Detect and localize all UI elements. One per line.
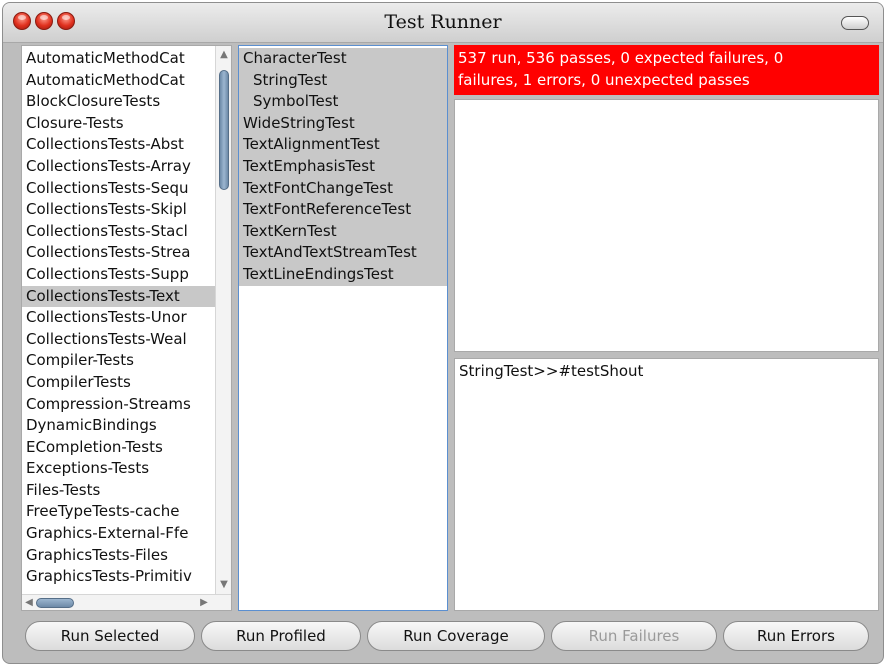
list-item[interactable]: BlockClosureTests (22, 91, 215, 113)
package-vertical-scrollbar[interactable]: ▲ ▼ (215, 46, 231, 594)
status-line-2: failures, 1 errors, 0 unexpected passes (458, 71, 750, 89)
run-selected-button[interactable]: Run Selected (25, 621, 195, 651)
list-item[interactable]: AutomaticMethodCat (22, 70, 215, 92)
list-item[interactable]: Exceptions-Tests (22, 458, 215, 480)
list-item[interactable]: Closure-Tests (22, 113, 215, 135)
list-item[interactable]: TextLineEndingsTest (239, 264, 447, 286)
package-list[interactable]: AutomaticMethodCat AutomaticMethodCat Bl… (21, 45, 232, 611)
list-item[interactable]: AutomaticMethodCat (22, 48, 215, 70)
list-item[interactable]: StringTest>>#testShout (455, 361, 878, 383)
list-item[interactable]: CollectionsTests-Stacl (22, 221, 215, 243)
list-item[interactable]: CollectionsTests-Strea (22, 242, 215, 264)
list-item[interactable]: CollectionsTests-Array (22, 156, 215, 178)
package-list-items: AutomaticMethodCat AutomaticMethodCat Bl… (22, 48, 215, 588)
run-profiled-button[interactable]: Run Profiled (201, 621, 361, 651)
list-item[interactable]: CharacterTest (239, 48, 447, 70)
scroll-down-arrow-icon[interactable]: ▼ (217, 578, 231, 592)
list-item[interactable]: WideStringTest (239, 113, 447, 135)
package-horizontal-scrollbar[interactable]: ◀ ▶ (22, 594, 231, 610)
status-line-1: 537 run, 536 passes, 0 expected failures… (458, 49, 784, 67)
list-item[interactable]: GraphicsTests-Primitiv (22, 566, 215, 588)
list-item[interactable]: StringTest (239, 70, 447, 92)
list-item[interactable]: TextFontReferenceTest (239, 199, 447, 221)
list-item[interactable]: Files-Tests (22, 480, 215, 502)
list-item[interactable]: CollectionsTests-Sequ (22, 178, 215, 200)
vertical-scroll-thumb[interactable] (219, 70, 229, 190)
list-item[interactable]: CollectionsTests-Weal (22, 329, 215, 351)
scroll-right-arrow-icon[interactable]: ▶ (197, 596, 211, 610)
run-coverage-button[interactable]: Run Coverage (367, 621, 545, 651)
list-item[interactable]: DynamicBindings (22, 415, 215, 437)
errors-list-items: StringTest>>#testShout (455, 361, 878, 383)
test-runner-window: Test Runner AutomaticMethodCat Automatic… (2, 2, 884, 664)
errors-list[interactable]: StringTest>>#testShout (454, 358, 879, 611)
list-item[interactable]: TextEmphasisTest (239, 156, 447, 178)
list-item[interactable]: Compression-Streams (22, 394, 215, 416)
list-item[interactable]: Compiler-Tests (22, 350, 215, 372)
list-item[interactable]: TextKernTest (239, 221, 447, 243)
run-errors-button[interactable]: Run Errors (723, 621, 869, 651)
title-bar[interactable]: Test Runner (3, 3, 883, 43)
collapse-toggle-icon[interactable] (841, 16, 869, 30)
list-item[interactable]: TextAndTextStreamTest (239, 242, 447, 264)
list-item[interactable]: GraphicsTests-Files (22, 545, 215, 567)
list-item[interactable]: CollectionsTests-Unor (22, 307, 215, 329)
list-item[interactable]: SymbolTest (239, 91, 447, 113)
list-item[interactable]: TextAlignmentTest (239, 134, 447, 156)
list-item[interactable]: FreeTypeTests-cache (22, 501, 215, 523)
status-banner: 537 run, 536 passes, 0 expected failures… (454, 45, 879, 95)
list-item-selected[interactable]: CollectionsTests-Text (22, 285, 215, 308)
list-item[interactable]: CollectionsTests-Supp (22, 264, 215, 286)
scroll-left-arrow-icon[interactable]: ◀ (22, 596, 36, 610)
run-failures-button: Run Failures (551, 621, 717, 651)
list-item[interactable]: CollectionsTests-Abst (22, 134, 215, 156)
scroll-up-arrow-icon[interactable]: ▲ (217, 48, 231, 62)
failures-list[interactable] (454, 99, 879, 352)
list-item[interactable]: Graphics-External-Ffe (22, 523, 215, 545)
list-item[interactable]: CompilerTests (22, 372, 215, 394)
test-class-list[interactable]: CharacterTest StringTest SymbolTest Wide… (238, 45, 448, 611)
list-item[interactable]: TextFontChangeTest (239, 178, 447, 200)
list-item[interactable]: CollectionsTests-Skipl (22, 199, 215, 221)
list-item[interactable]: ECompletion-Tests (22, 437, 215, 459)
class-list-items: CharacterTest StringTest SymbolTest Wide… (239, 48, 447, 286)
horizontal-scroll-thumb[interactable] (36, 598, 74, 608)
window-title: Test Runner (384, 11, 502, 33)
